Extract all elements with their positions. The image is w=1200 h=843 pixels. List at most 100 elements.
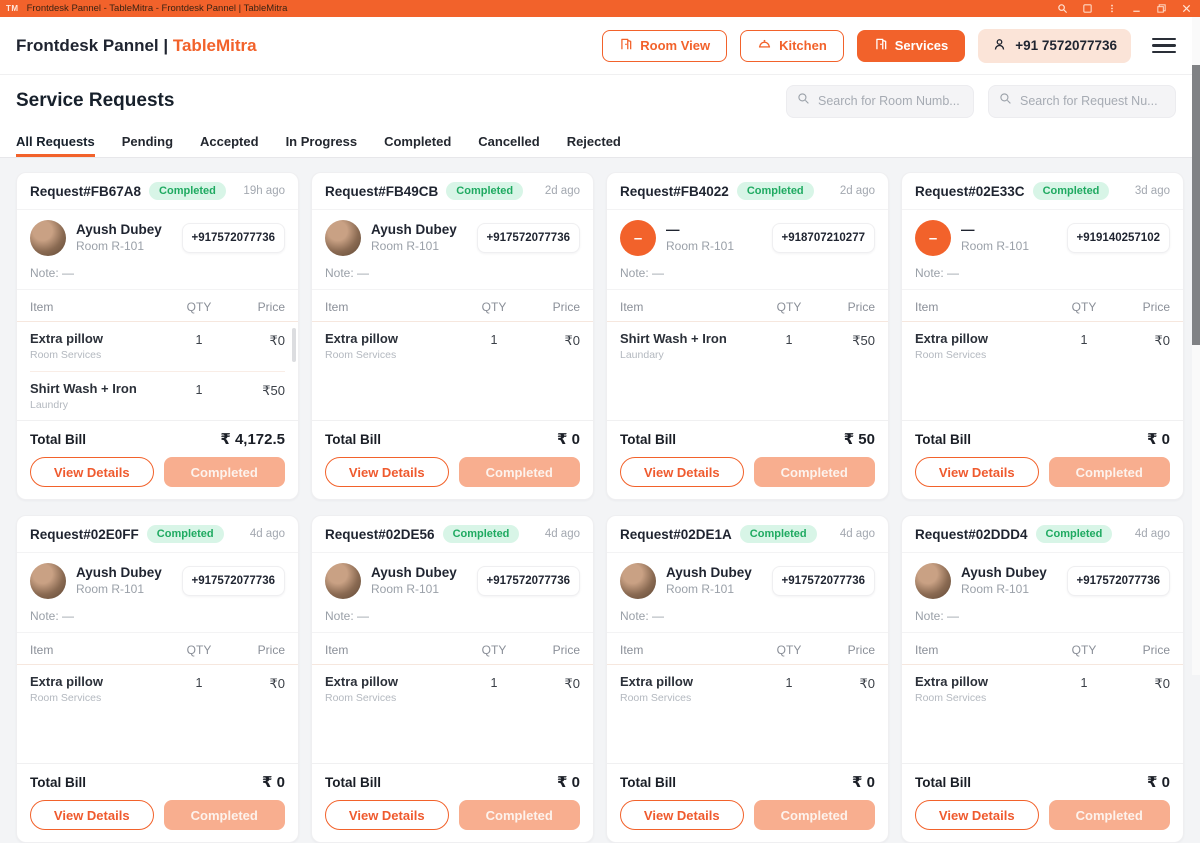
door-icon [874,37,888,54]
room-search-input[interactable] [818,94,963,108]
items-list[interactable]: Extra pillow Room Services 1 ₹0 [312,322,593,420]
phone-chip[interactable]: +917572077736 [182,566,285,596]
item-cell: Shirt Wash + Iron Laundry [30,381,177,411]
item-category: Room Services [915,692,1062,704]
items-table-header: Item QTY Price [312,633,593,665]
total-bill-label: Total Bill [620,775,676,790]
items-list[interactable]: Shirt Wash + Iron Laundary 1 ₹50 [607,322,888,420]
items-list[interactable]: Extra pillow Room Services 1 ₹0 [607,665,888,763]
items-list[interactable]: Extra pillow Room Services 1 ₹0 [17,665,298,763]
item-cell: Extra pillow Room Services [915,331,1062,361]
qty-column-header: QTY [472,643,516,657]
item-column-header: Item [325,643,472,657]
phone-chip[interactable]: +917572077736 [182,223,285,253]
maximize-icon[interactable] [1156,3,1167,14]
completed-button[interactable]: Completed [754,800,876,830]
phone-chip[interactable]: +917572077736 [772,566,875,596]
items-list[interactable]: Extra pillow Room Services 1 ₹0 [902,665,1183,763]
tab-rejected[interactable]: Rejected [567,127,621,157]
completed-button[interactable]: Completed [164,457,286,487]
phone-chip[interactable]: +917572077736 [1067,566,1170,596]
zoom-search-icon[interactable] [1057,3,1068,14]
card-footer: Total Bill ₹ 0 View Details Completed [312,420,593,499]
tab-cancelled[interactable]: Cancelled [478,127,539,157]
view-details-button[interactable]: View Details [325,800,449,830]
room-label: Room R-101 [76,583,162,597]
total-bill-label: Total Bill [30,432,86,447]
item-row: Extra pillow Room Services 1 ₹0 [325,322,580,371]
phone-chip[interactable]: +919140257102 [1067,223,1170,253]
qty-column-header: QTY [767,643,811,657]
hamburger-menu-icon[interactable] [1152,38,1176,53]
request-card: Request#02E0FF Completed 4d ago Ayush Du… [16,515,299,843]
tab-accepted[interactable]: Accepted [200,127,259,157]
total-bill-label: Total Bill [325,775,381,790]
scrollbar-thumb[interactable] [1192,65,1200,345]
view-details-button[interactable]: View Details [325,457,449,487]
card-actions: View Details Completed [17,798,298,842]
item-cell: Extra pillow Room Services [915,674,1062,704]
tab-completed[interactable]: Completed [384,127,451,157]
card-footer: Total Bill ₹ 0 View Details Completed [607,763,888,842]
page-scrollbar[interactable] [1192,17,1200,675]
minimize-icon[interactable] [1131,3,1142,14]
request-card: Request#FB49CB Completed 2d ago Ayush Du… [311,172,594,500]
item-cell: Extra pillow Room Services [325,331,472,361]
total-bill-label: Total Bill [915,432,971,447]
completed-button[interactable]: Completed [459,800,581,830]
total-row: Total Bill ₹ 0 [902,764,1183,798]
card-footer: Total Bill ₹ 0 View Details Completed [312,763,593,842]
completed-button[interactable]: Completed [1049,800,1171,830]
card-footer: Total Bill ₹ 50 View Details Completed [607,420,888,499]
view-details-button[interactable]: View Details [620,800,744,830]
card-header: Request#02DE56 Completed 4d ago [312,516,593,553]
services-button[interactable]: Services [857,30,966,62]
view-details-button[interactable]: View Details [915,457,1039,487]
price-column-header: Price [221,300,285,314]
customer-row: – — Room R-101 +918707210277 [607,210,888,262]
item-qty: 1 [767,331,811,347]
tab-pending[interactable]: Pending [122,127,173,157]
request-id: Request#FB4022 [620,184,729,199]
room-view-button[interactable]: Room View [602,30,727,62]
item-row: Extra pillow Room Services 1 ₹0 [325,665,580,714]
kebab-menu-icon[interactable] [1107,3,1117,14]
search-icon [999,92,1012,110]
items-scrollbar[interactable] [292,328,296,362]
tab-in-progress[interactable]: In Progress [286,127,358,157]
qty-column-header: QTY [1062,300,1106,314]
account-phone-button[interactable]: +91 7572077736 [978,29,1131,63]
customer-row: Ayush Dubey Room R-101 +917572077736 [607,553,888,605]
phone-chip[interactable]: +918707210277 [772,223,875,253]
customer-info: Ayush Dubey Room R-101 [371,222,457,253]
view-details-button[interactable]: View Details [30,457,154,487]
qty-column-header: QTY [472,300,516,314]
view-details-button[interactable]: View Details [620,457,744,487]
completed-button[interactable]: Completed [459,457,581,487]
items-table-header: Item QTY Price [17,633,298,665]
items-list[interactable]: Extra pillow Room Services 1 ₹0 [902,322,1183,420]
total-bill-label: Total Bill [620,432,676,447]
screenshot-icon[interactable] [1082,3,1093,14]
close-icon[interactable] [1181,3,1192,14]
customer-name: Ayush Dubey [371,222,457,238]
phone-chip[interactable]: +917572077736 [477,566,580,596]
items-list[interactable]: Extra pillow Room Services 1 ₹0 Shirt Wa… [17,322,298,420]
completed-button[interactable]: Completed [164,800,286,830]
item-price: ₹0 [516,674,580,692]
card-header: Request#FB67A8 Completed 19h ago [17,173,298,210]
item-price: ₹0 [811,674,875,692]
view-details-button[interactable]: View Details [915,800,1039,830]
request-search-input[interactable] [1020,94,1165,108]
total-bill-label: Total Bill [30,775,86,790]
tab-all-requests[interactable]: All Requests [16,127,95,157]
view-details-button[interactable]: View Details [30,800,154,830]
kitchen-button[interactable]: Kitchen [740,30,844,62]
completed-button[interactable]: Completed [754,457,876,487]
items-list[interactable]: Extra pillow Room Services 1 ₹0 [312,665,593,763]
room-label: Room R-101 [76,240,162,254]
card-header: Request#FB4022 Completed 2d ago [607,173,888,210]
completed-button[interactable]: Completed [1049,457,1171,487]
services-label: Services [895,38,949,53]
phone-chip[interactable]: +917572077736 [477,223,580,253]
